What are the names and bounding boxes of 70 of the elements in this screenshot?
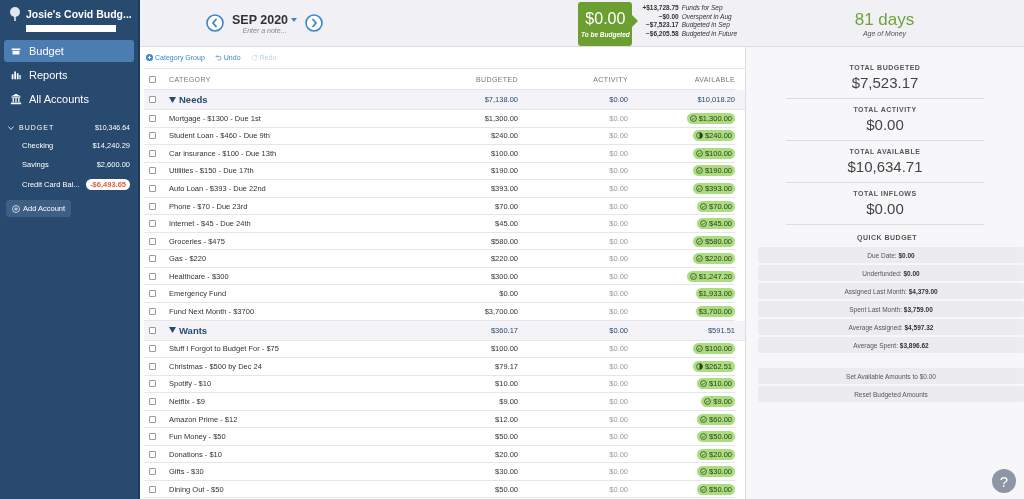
check-circle-icon [695,237,703,245]
checkbox[interactable] [149,167,156,175]
checkbox[interactable] [149,255,156,263]
checkbox[interactable] [149,132,156,140]
check-circle-icon [695,255,703,263]
check-circle-icon [700,433,708,441]
check-circle-icon [689,272,697,280]
check-circle-icon [695,345,703,353]
check-circle-icon [704,397,712,405]
checkbox[interactable] [149,114,156,122]
checkbox[interactable] [149,202,156,210]
check-circle-icon [700,202,708,210]
budget-name[interactable]: Josie's Covid Budg... [26,8,132,20]
total-value: $0.00 [866,116,904,133]
checkbox[interactable] [149,362,156,370]
check-circle-icon [695,184,703,192]
checkbox[interactable] [149,380,156,388]
redo-icon [250,54,258,61]
checkbox[interactable] [149,450,156,458]
nav-item[interactable]: Budget [4,40,134,62]
check-circle-icon [700,468,708,476]
check-circle-icon [700,485,708,493]
age-of-money-value: 81 days [854,9,915,30]
triangle-icon[interactable] [169,327,176,334]
month-label[interactable]: SEP 2020 [232,12,289,27]
group-name[interactable]: Wants [179,324,208,336]
checkbox[interactable] [149,75,156,83]
caret-icon[interactable] [291,17,298,22]
checkbox[interactable] [149,184,156,192]
checkbox[interactable] [149,326,156,334]
triangle-icon[interactable] [169,96,176,103]
to-be-budgeted-amount: $0.00 [585,10,626,28]
check-circle-icon [700,415,708,423]
checkbox[interactable] [149,307,156,315]
tree-icon [8,6,22,22]
half-circle-icon [695,132,703,140]
checkbox[interactable] [149,397,156,405]
check-circle-icon [695,167,703,175]
plus-circle-icon [12,204,20,213]
checkbox[interactable] [149,220,156,228]
total-value: $10,634.71 [847,158,923,175]
check-circle-icon [695,149,703,157]
checkbox[interactable] [149,415,156,423]
check-circle-icon [700,380,708,388]
checkbox[interactable] [149,345,156,353]
check-circle-icon [700,450,708,458]
checkbox[interactable] [149,468,156,476]
group-name[interactable]: Needs [179,94,208,105]
plus-circle-icon [146,54,153,61]
half-circle-icon [695,362,703,370]
checkbox[interactable] [149,433,156,441]
nav-item[interactable]: Reports [4,64,134,86]
checkbox[interactable] [149,290,156,298]
chevron-icon[interactable] [8,125,14,130]
checkbox[interactable] [149,96,156,103]
nav-item[interactable]: All Accounts [4,88,134,110]
bar-chart-icon [10,69,22,81]
check-circle-icon [689,114,697,122]
bank-building-icon [10,93,22,105]
previous-month-button[interactable] [206,14,224,32]
undo-icon [214,54,222,61]
checkbox[interactable] [149,272,156,280]
check-circle-icon [700,220,708,228]
bank-card-icon [10,45,22,57]
total-value: $0.00 [866,200,904,217]
checkbox[interactable] [149,149,156,157]
total-value: $7,523.17 [851,74,919,91]
next-month-button[interactable] [305,14,324,32]
checkbox[interactable] [149,237,156,245]
checkbox[interactable] [149,485,156,493]
